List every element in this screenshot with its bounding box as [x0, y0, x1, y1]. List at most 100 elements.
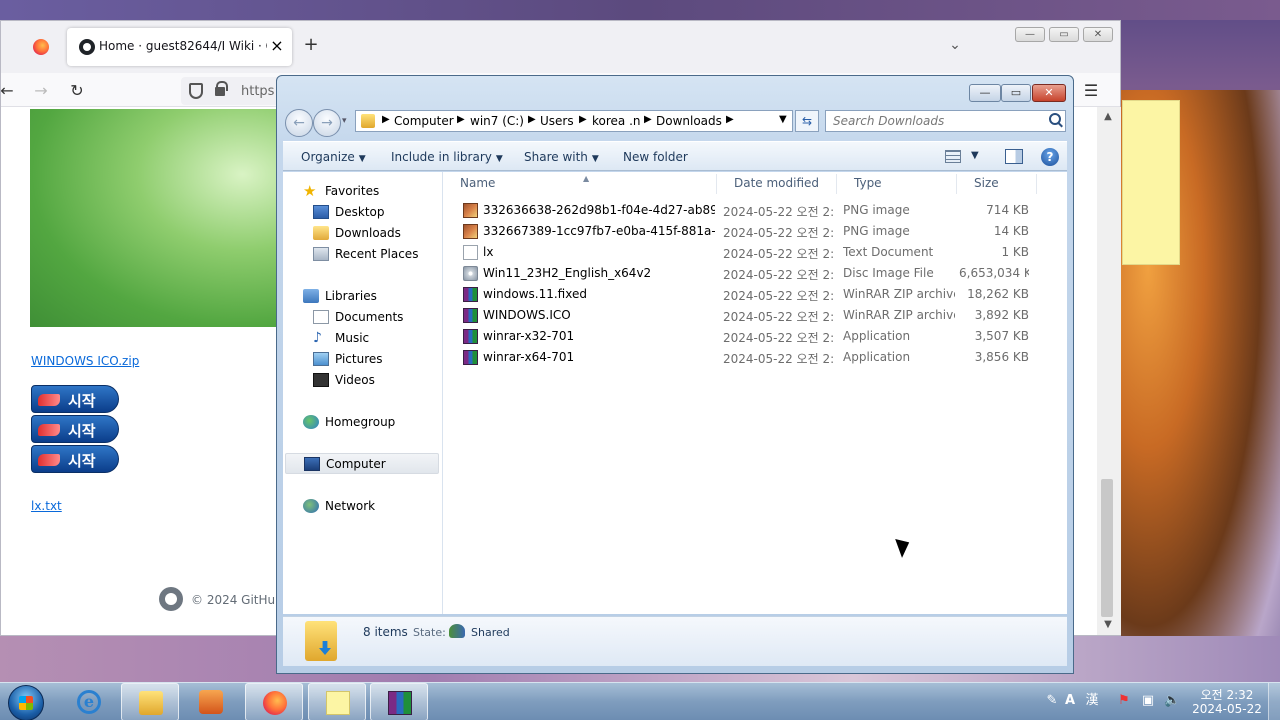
forward-icon[interactable]: →	[31, 81, 51, 101]
chevron-right-icon[interactable]: ▶	[382, 114, 390, 125]
file-size: 6,653,034 KB	[959, 266, 1029, 280]
file-row[interactable]: winrar-x64-701 2024-05-22 오전 2:... Applica…	[459, 347, 1049, 368]
help-icon[interactable]: ?	[1041, 148, 1059, 166]
start-button-1[interactable]: 시작	[31, 385, 119, 413]
file-row[interactable]: windows.11.fixed 2024-05-22 오전 2:... WinRA…	[459, 284, 1049, 305]
column-name[interactable]: ▲ Name	[443, 174, 717, 194]
search-icon[interactable]	[1049, 113, 1061, 125]
browser-tab-active[interactable]: Home · guest82644/I Wiki · GitHub ×	[67, 28, 292, 66]
show-desktop-button[interactable]	[1268, 683, 1280, 720]
organize-button[interactable]: Organize ▼	[301, 150, 366, 164]
file-row[interactable]: WINDOWS.ICO 2024-05-22 오전 2:... WinRAR ZIP…	[459, 305, 1049, 326]
start-button-3[interactable]: 시작	[31, 445, 119, 473]
reload-icon[interactable]: ↻	[67, 81, 87, 101]
vertical-scrollbar[interactable]: ▲ ▼	[1097, 107, 1121, 635]
recent-pages-icon[interactable]: ▾	[342, 116, 347, 126]
back-icon[interactable]: ←	[0, 81, 17, 101]
firefox-view-icon[interactable]	[33, 39, 49, 55]
address-dropdown-icon[interactable]: ▼	[779, 114, 787, 125]
share-with-button[interactable]: Share with ▼	[524, 150, 599, 164]
file-row[interactable]: 332667389-1cc97fb7-e0ba-415f-881a-392...…	[459, 221, 1049, 242]
clock-time[interactable]: 오전 2:32	[1192, 686, 1262, 703]
explorer-minimize-button[interactable]: —	[969, 84, 1001, 102]
breadcrumb-user[interactable]: korea .n	[592, 114, 641, 128]
breadcrumb-computer[interactable]: Computer	[394, 114, 454, 128]
column-type[interactable]: Type	[837, 174, 957, 194]
start-button-2[interactable]: 시작	[31, 415, 119, 443]
taskbar-firefox[interactable]	[245, 683, 303, 720]
search-box[interactable]: Search Downloads	[825, 110, 1066, 132]
network-status-icon[interactable]: ▣	[1140, 693, 1156, 709]
maximize-button[interactable]: ▭	[1049, 27, 1079, 42]
tab-bar: Home · guest82644/I Wiki · GitHub × + ⌄ …	[1, 21, 1120, 73]
firefox-icon	[263, 691, 287, 715]
png-image-icon	[463, 224, 478, 239]
file-row[interactable]: lx 2024-05-22 오전 2:... Text Document 1 KB	[459, 242, 1049, 263]
column-size[interactable]: Size	[957, 174, 1037, 194]
chevron-right-icon[interactable]: ▶	[579, 114, 587, 125]
state-label: State:	[413, 626, 446, 639]
nav-label: Music	[335, 331, 370, 345]
file-row[interactable]: 332636638-262d98b1-f04e-4d27-ab89-e7... 2…	[459, 200, 1049, 221]
minimize-button[interactable]: —	[1015, 27, 1045, 42]
preview-pane-icon[interactable]	[1005, 149, 1023, 164]
hamburger-menu-icon[interactable]: ☰	[1081, 81, 1101, 101]
file-name: WINDOWS.ICO	[483, 308, 571, 322]
new-folder-button[interactable]: New folder	[623, 150, 688, 164]
close-button[interactable]: ✕	[1083, 27, 1113, 42]
taskbar-sticky-notes[interactable]	[308, 683, 366, 720]
chevron-right-icon[interactable]: ▶	[726, 114, 734, 125]
change-view-icon[interactable]	[945, 150, 961, 163]
taskbar-media-player[interactable]	[182, 683, 240, 720]
scroll-up-icon[interactable]: ▲	[1101, 111, 1115, 122]
ime-hanja[interactable]: 漢	[1084, 693, 1100, 709]
url-bar[interactable]: https:	[181, 77, 281, 105]
forward-button[interactable]: →	[313, 109, 341, 137]
taskbar-winrar[interactable]	[370, 683, 428, 720]
view-dropdown-icon[interactable]: ▼	[971, 150, 979, 161]
nav-label: Homegroup	[325, 415, 396, 429]
list-all-tabs-icon[interactable]: ⌄	[943, 37, 967, 57]
nav-computer[interactable]: Computer	[285, 453, 439, 474]
videos-icon	[313, 373, 329, 387]
taskbar-explorer[interactable]	[121, 683, 179, 720]
sticky-note[interactable]	[1122, 100, 1180, 265]
shield-icon[interactable]	[189, 83, 203, 99]
file-type: WinRAR ZIP archive	[843, 308, 955, 322]
breadcrumb-users[interactable]: Users	[540, 114, 574, 128]
lock-icon[interactable]	[215, 81, 228, 96]
explorer-maximize-button[interactable]: ▭	[1001, 84, 1031, 102]
action-center-flag-icon[interactable]: ⚑	[1116, 693, 1132, 709]
file-row[interactable]: Win11_23H2_English_x64v2 2024-05-22 오전 2:…	[459, 263, 1049, 284]
volume-muted-icon[interactable]: 🔈	[1164, 693, 1180, 709]
github-icon	[79, 39, 95, 55]
column-date-modified[interactable]: Date modified	[717, 174, 837, 194]
address-bar[interactable]: ▶ Computer ▶ win7 (C:) ▶ Users ▶ korea .…	[355, 110, 793, 132]
internet-explorer-icon: e	[77, 690, 101, 714]
taskbar-internet-explorer[interactable]: e	[60, 683, 118, 720]
nav-label: Videos	[335, 373, 375, 387]
txt-download-link[interactable]: lx.txt	[31, 499, 62, 513]
language-bar-icon[interactable]: ✎	[1044, 693, 1060, 709]
ime-mode-a[interactable]: A	[1062, 693, 1078, 709]
start-button[interactable]	[8, 685, 44, 720]
refresh-icon[interactable]: ⇆	[795, 110, 819, 132]
command-bar: Organize ▼ Include in library ▼ Share with…	[283, 141, 1067, 171]
share-with-label: Share with	[524, 150, 588, 164]
back-button[interactable]: ←	[285, 109, 313, 137]
scrollbar-thumb[interactable]	[1101, 479, 1113, 617]
explorer-close-button[interactable]: ✕	[1032, 84, 1066, 102]
zip-download-link[interactable]: WINDOWS ICO.zip	[31, 354, 139, 368]
scroll-down-icon[interactable]: ▼	[1101, 619, 1115, 630]
breadcrumb-downloads[interactable]: Downloads	[656, 114, 722, 128]
clock-date[interactable]: 2024-05-22	[1190, 702, 1264, 716]
close-tab-icon[interactable]: ×	[267, 36, 287, 56]
chevron-right-icon[interactable]: ▶	[457, 114, 465, 125]
chevron-right-icon[interactable]: ▶	[528, 114, 536, 125]
include-in-library-button[interactable]: Include in library ▼	[391, 150, 503, 164]
new-tab-button[interactable]: +	[301, 35, 321, 55]
chevron-right-icon[interactable]: ▶	[644, 114, 652, 125]
github-footer-icon[interactable]	[159, 587, 183, 611]
breadcrumb-drive[interactable]: win7 (C:)	[470, 114, 524, 128]
file-row[interactable]: winrar-x32-701 2024-05-22 오전 2:... Applica…	[459, 326, 1049, 347]
